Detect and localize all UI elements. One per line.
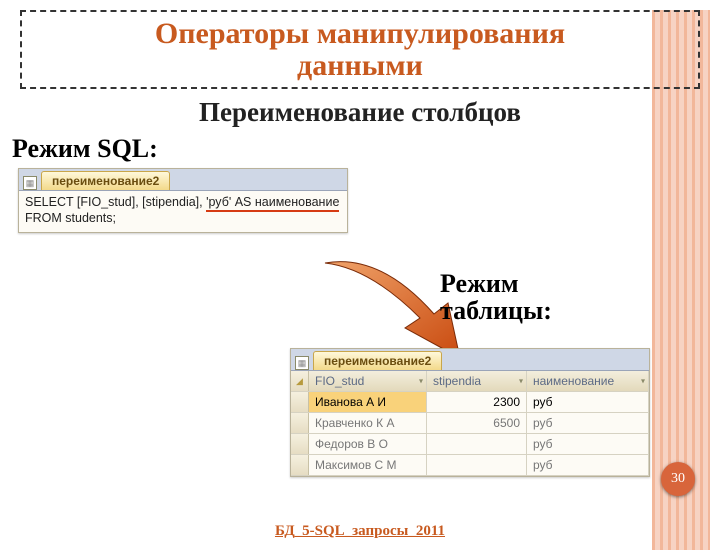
table-row[interactable]: Иванова А И 2300 руб <box>291 392 649 413</box>
row-selector[interactable] <box>291 455 309 475</box>
cell-fio[interactable]: Максимов С М <box>309 455 427 475</box>
table-label-line2: таблицы: <box>440 297 650 324</box>
datasheet-icon: ▦ <box>295 356 309 370</box>
table-label-line1: Режим <box>440 270 650 297</box>
cell-stip[interactable]: 6500 <box>427 413 527 433</box>
cell-fio[interactable]: Федоров В О <box>309 434 427 454</box>
sql-editor-window: ▦ переименование2 SELECT [FIO_stud], [st… <box>18 168 348 233</box>
cell-name[interactable]: руб <box>527 455 649 475</box>
chevron-down-icon: ▾ <box>419 377 423 386</box>
sql-body: SELECT [FIO_stud], [stipendia], 'руб' AS… <box>19 191 347 232</box>
col-header-stipendia[interactable]: stipendia▾ <box>427 371 527 391</box>
sql-line1-pre: SELECT [FIO_stud], [stipendia], <box>25 195 206 209</box>
row-selector[interactable] <box>291 392 309 412</box>
datasheet-window: ▦ переименование2 ◢ FIO_stud▾ stipendia▾… <box>290 348 650 477</box>
corner-cell: ◢ <box>291 371 309 391</box>
table-mode-label: Режим таблицы: <box>440 270 650 325</box>
cell-stip[interactable] <box>427 434 527 454</box>
title-line-1: Операторы манипулирования <box>32 18 688 50</box>
query-icon: ▦ <box>23 176 37 190</box>
cell-stip[interactable] <box>427 455 527 475</box>
sql-mode-label: Режим SQL: <box>12 134 720 164</box>
chevron-down-icon: ▾ <box>641 377 645 386</box>
row-selector[interactable] <box>291 434 309 454</box>
col-header-fio[interactable]: FIO_stud▾ <box>309 371 427 391</box>
table-header-row: ◢ FIO_stud▾ stipendia▾ наименование▾ <box>291 371 649 392</box>
title-line-2: данными <box>32 50 688 82</box>
slide: Операторы манипулирования данными Переим… <box>0 10 720 550</box>
table-row[interactable]: Кравченко К А 6500 руб <box>291 413 649 434</box>
footer-label: БД_5-SQL_запросы_2011 <box>0 523 720 540</box>
col-header-name[interactable]: наименование▾ <box>527 371 649 391</box>
page-number-badge: 30 <box>661 462 695 496</box>
cell-name[interactable]: руб <box>527 413 649 433</box>
sql-tab[interactable]: переименование2 <box>41 171 170 190</box>
cell-stip[interactable]: 2300 <box>427 392 527 412</box>
cell-fio[interactable]: Кравченко К А <box>309 413 427 433</box>
sql-line2: FROM students; <box>25 211 116 225</box>
table-tab[interactable]: переименование2 <box>313 351 442 370</box>
sql-line1-highlight: 'руб' AS наименование <box>206 195 339 211</box>
cell-fio[interactable]: Иванова А И <box>309 392 427 412</box>
subtitle: Переименование столбцов <box>0 97 720 128</box>
table-row[interactable]: Федоров В О руб <box>291 434 649 455</box>
cell-name[interactable]: руб <box>527 392 649 412</box>
row-selector[interactable] <box>291 413 309 433</box>
title-box: Операторы манипулирования данными <box>20 10 700 89</box>
table-tab-bar: ▦ переименование2 <box>291 349 649 371</box>
cell-name[interactable]: руб <box>527 434 649 454</box>
table-row[interactable]: Максимов С М руб <box>291 455 649 476</box>
sql-tab-bar: ▦ переименование2 <box>19 169 347 191</box>
chevron-down-icon: ▾ <box>519 377 523 386</box>
